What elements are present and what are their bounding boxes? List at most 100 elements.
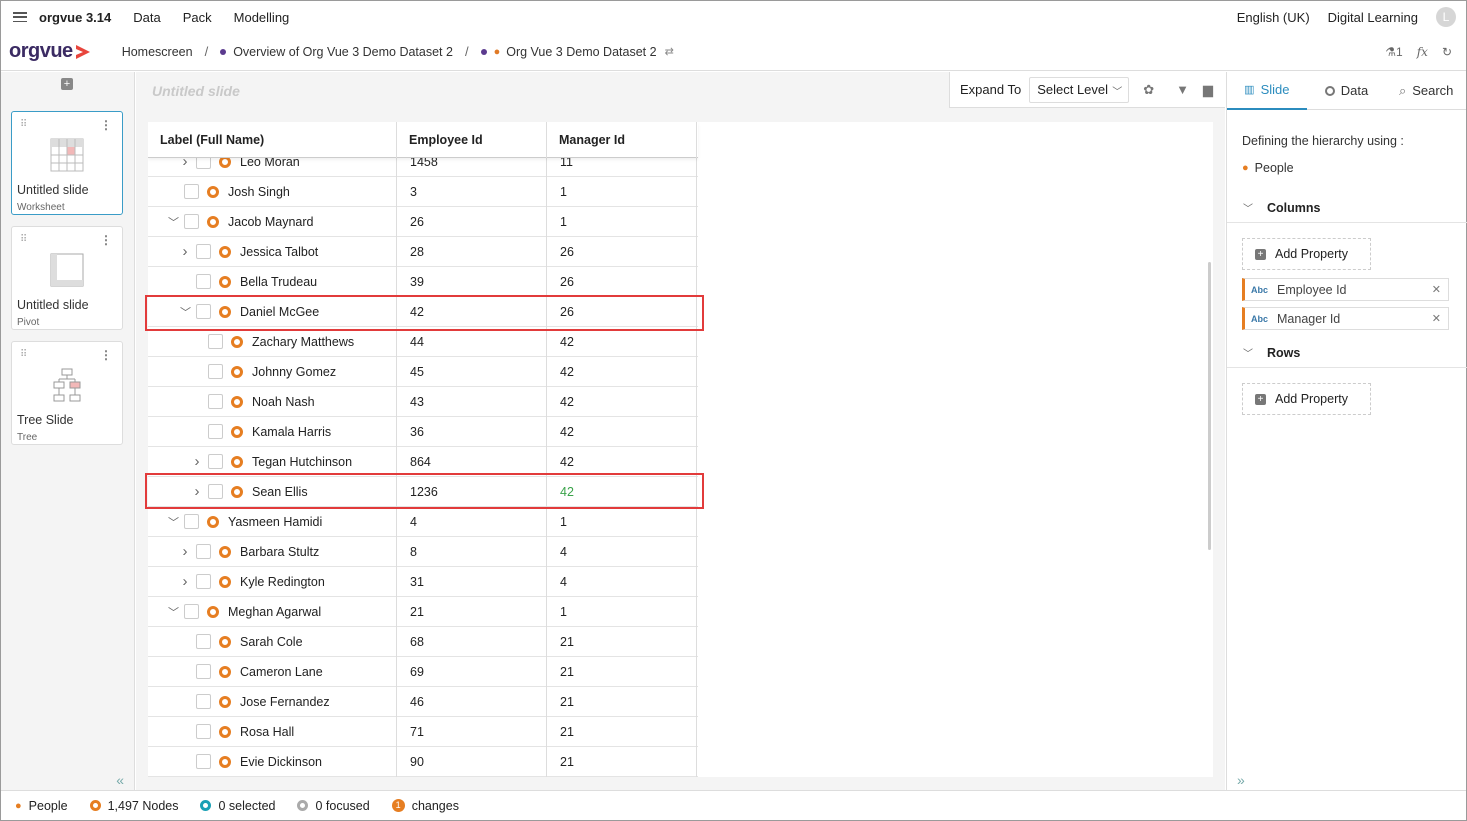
expand-right-icon[interactable]: » — [1237, 772, 1245, 788]
orgvue-logo[interactable]: orgvue — [9, 40, 92, 63]
language-selector[interactable]: English (UK) — [1237, 10, 1310, 25]
row-checkbox[interactable] — [184, 603, 199, 619]
row-checkbox[interactable] — [184, 213, 199, 229]
slide-card-tree[interactable]: ⠿ ⋮ Tree Slide Tree — [11, 341, 123, 445]
row-checkbox[interactable] — [208, 423, 223, 439]
row-checkbox[interactable] — [184, 183, 199, 199]
cell-label[interactable]: › Tegan Hutchinson — [148, 446, 397, 477]
row-checkbox[interactable] — [196, 723, 211, 739]
table-row[interactable]: ﹀ Jacob Maynard 26 1 — [148, 206, 698, 237]
table-row[interactable]: Rosa Hall 71 21 — [148, 716, 698, 747]
cell-manager-id[interactable]: 21 — [547, 656, 697, 687]
panel-toggle-icon[interactable]: ▆ — [1203, 82, 1213, 98]
chevron-right-icon[interactable]: › — [180, 543, 190, 560]
cell-employee-id[interactable]: 4 — [397, 506, 547, 537]
row-checkbox[interactable] — [208, 393, 223, 409]
refresh-icon[interactable]: ↻ — [1442, 45, 1452, 59]
cell-employee-id[interactable]: 43 — [397, 386, 547, 417]
drag-handle-icon[interactable]: ⠿ — [20, 234, 27, 245]
cell-label[interactable]: Rosa Hall — [148, 716, 397, 747]
tab-slide[interactable]: ▥ Slide — [1227, 72, 1307, 110]
refresh-link-icon[interactable]: ⇄ — [665, 45, 674, 58]
cell-employee-id[interactable]: 44 — [397, 326, 547, 357]
row-checkbox[interactable] — [196, 573, 211, 589]
column-header-employee-id[interactable]: Employee Id — [397, 122, 547, 158]
more-menu-icon[interactable]: ⋮ — [100, 233, 112, 247]
cell-label[interactable]: ﹀ Yasmeen Hamidi — [148, 506, 397, 537]
collapse-left-icon[interactable]: « — [116, 772, 124, 788]
crumb-homescreen[interactable]: Homescreen — [122, 45, 193, 59]
menu-data[interactable]: Data — [133, 10, 160, 25]
cell-manager-id[interactable]: 42 — [547, 326, 697, 357]
table-row[interactable]: Zachary Matthews 44 42 — [148, 326, 698, 357]
palette-icon[interactable]: ✿ — [1143, 82, 1154, 98]
cell-manager-id[interactable]: 1 — [547, 596, 697, 627]
cell-label[interactable]: Jose Fernandez — [148, 686, 397, 717]
menu-pack[interactable]: Pack — [183, 10, 212, 25]
cell-manager-id[interactable]: 21 — [547, 686, 697, 717]
cell-employee-id[interactable]: 71 — [397, 716, 547, 747]
drag-handle-icon[interactable]: ⠿ — [20, 349, 27, 360]
more-menu-icon[interactable]: ⋮ — [100, 348, 112, 362]
table-row[interactable]: Sarah Cole 68 21 — [148, 626, 698, 657]
column-property-employee-id[interactable]: Abc Employee Id ✕ — [1242, 278, 1449, 301]
table-row[interactable]: ﹀ Meghan Agarwal 21 1 — [148, 596, 698, 627]
cell-manager-id[interactable]: 21 — [547, 746, 697, 777]
columns-section-header[interactable]: ﹀ Columns — [1227, 193, 1467, 223]
table-row[interactable]: Noah Nash 43 42 — [148, 386, 698, 417]
fx-icon[interactable]: fx — [1417, 45, 1428, 59]
cell-manager-id[interactable]: 42 — [547, 386, 697, 417]
cell-employee-id[interactable]: 3 — [397, 176, 547, 207]
cell-label[interactable]: ﹀ Jacob Maynard — [148, 206, 397, 237]
tab-data[interactable]: Data — [1307, 72, 1387, 110]
cell-employee-id[interactable]: 68 — [397, 626, 547, 657]
cell-manager-id[interactable]: 42 — [547, 416, 697, 447]
tab-search[interactable]: ⌕ Search — [1386, 72, 1466, 110]
chevron-down-icon[interactable]: ﹀ — [168, 514, 179, 530]
cell-label[interactable]: Bella Trudeau — [148, 266, 397, 297]
table-row[interactable]: › Kyle Redington 31 4 — [148, 566, 698, 597]
status-selected[interactable]: 0 selected — [200, 799, 275, 813]
hamburger-menu-icon[interactable] — [13, 12, 27, 22]
row-checkbox[interactable] — [196, 663, 211, 679]
cell-manager-id[interactable]: 1 — [547, 506, 697, 537]
cell-manager-id[interactable]: 1 — [547, 176, 697, 207]
menu-modelling[interactable]: Modelling — [234, 10, 290, 25]
table-row[interactable]: Kamala Harris 36 42 — [148, 416, 698, 447]
select-level-dropdown[interactable]: Select Level ﹀ — [1029, 76, 1130, 103]
cell-label[interactable]: Zachary Matthews — [148, 326, 397, 357]
chevron-down-icon[interactable]: ﹀ — [168, 604, 179, 620]
cell-label[interactable]: › Barbara Stultz — [148, 536, 397, 567]
cell-manager-id[interactable]: 42 — [547, 356, 697, 387]
cell-manager-id[interactable]: 26 — [547, 266, 697, 297]
add-column-property-button[interactable]: + Add Property — [1242, 238, 1371, 270]
cell-employee-id[interactable]: 21 — [397, 596, 547, 627]
table-row[interactable]: Josh Singh 3 1 — [148, 176, 698, 207]
table-row[interactable]: Johnny Gomez 45 42 — [148, 356, 698, 387]
chevron-right-icon[interactable]: › — [180, 573, 190, 590]
cell-employee-id[interactable]: 26 — [397, 206, 547, 237]
cell-manager-id[interactable]: 1 — [547, 206, 697, 237]
close-icon[interactable]: ✕ — [1432, 283, 1441, 296]
cell-employee-id[interactable]: 39 — [397, 266, 547, 297]
slide-card-worksheet[interactable]: ⠿ ⋮ Untitled slide Worksheet — [11, 111, 123, 215]
row-checkbox[interactable] — [184, 513, 199, 529]
table-row[interactable]: Cameron Lane 69 21 — [148, 656, 698, 687]
chevron-down-icon[interactable]: ﹀ — [168, 214, 179, 230]
cell-label[interactable]: Noah Nash — [148, 386, 397, 417]
cell-employee-id[interactable]: 28 — [397, 236, 547, 267]
cell-label[interactable]: Josh Singh — [148, 176, 397, 207]
table-row[interactable]: › Jessica Talbot 28 26 — [148, 236, 698, 267]
row-checkbox[interactable] — [196, 753, 211, 769]
rows-section-header[interactable]: ﹀ Rows — [1227, 338, 1467, 368]
cell-employee-id[interactable]: 8 — [397, 536, 547, 567]
cell-label[interactable]: › Jessica Talbot — [148, 236, 397, 267]
row-checkbox[interactable] — [196, 543, 211, 559]
vertical-scrollbar[interactable] — [1208, 262, 1211, 550]
column-header-label[interactable]: Label (Full Name) — [148, 122, 397, 158]
cell-manager-id[interactable]: 21 — [547, 716, 697, 747]
cell-employee-id[interactable]: 90 — [397, 746, 547, 777]
cell-manager-id[interactable]: 26 — [547, 236, 697, 267]
chevron-right-icon[interactable]: › — [192, 453, 202, 470]
table-row[interactable]: › Barbara Stultz 8 4 — [148, 536, 698, 567]
